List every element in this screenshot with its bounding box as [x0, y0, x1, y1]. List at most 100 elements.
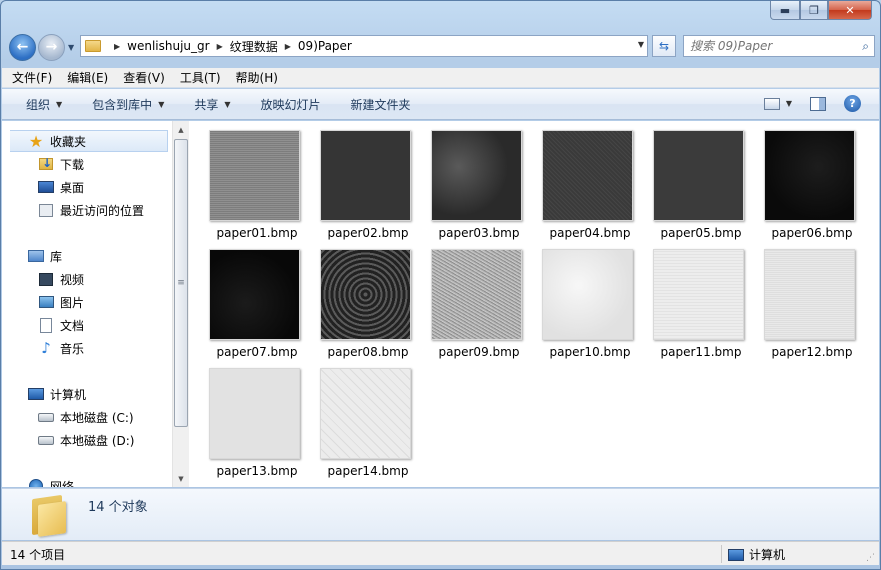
organize-button[interactable]: 组织 ▼	[26, 96, 62, 113]
sidebar-item-desktop[interactable]: 桌面	[38, 176, 84, 198]
chevron-right-icon[interactable]: ▶	[285, 42, 291, 51]
file-grid: paper01.bmp paper02.bmp paper03.bmp pape…	[202, 121, 872, 487]
navigation-pane-scrollbar[interactable]: ▲ ≡ ▼	[172, 121, 189, 487]
include-in-library-label: 包含到库中	[92, 97, 153, 112]
file-item[interactable]: paper06.bmp	[757, 121, 857, 240]
explorer-window: ▬ ❐ ✕ ← → ▼ ▶ wenlishuju_gr ▶ 纹理数据 ▶ 09)…	[0, 0, 881, 570]
file-item[interactable]: paper05.bmp	[646, 121, 746, 240]
menu-file[interactable]: 文件(F)	[12, 69, 52, 86]
sidebar-item-label: 最近访问的位置	[60, 203, 145, 218]
share-label: 共享	[194, 97, 219, 112]
slideshow-button[interactable]: 放映幻灯片	[261, 96, 321, 113]
chevron-down-icon: ▼	[56, 99, 63, 109]
sidebar-item-drive-c[interactable]: 本地磁盘 (C:)	[38, 406, 134, 428]
system-drive-icon	[38, 412, 54, 422]
sidebar-item-music[interactable]: ♪ 音乐	[38, 337, 84, 359]
sidebar-item-label: 下载	[60, 157, 85, 172]
sidebar-item-label: 本地磁盘 (C:)	[60, 410, 134, 425]
resize-grip-icon[interactable]: ⋰	[866, 553, 875, 563]
minimize-button[interactable]: ▬	[770, 1, 800, 20]
file-item[interactable]: paper12.bmp	[757, 240, 857, 359]
file-item[interactable]: paper11.bmp	[646, 240, 746, 359]
download-folder-icon	[39, 156, 53, 170]
breadcrumb-item[interactable]: 09)Paper	[298, 39, 352, 53]
scroll-up-icon[interactable]: ▲	[173, 121, 189, 138]
file-name: paper10.bmp	[549, 345, 631, 359]
file-thumbnail	[542, 249, 633, 340]
file-thumbnail	[431, 249, 522, 340]
details-pane: 14 个对象	[2, 488, 879, 540]
address-dropdown-icon[interactable]: ▼	[638, 40, 644, 49]
video-icon	[39, 272, 53, 286]
search-input[interactable]	[690, 39, 850, 53]
file-item[interactable]: paper08.bmp	[313, 240, 413, 359]
chevron-right-icon[interactable]: ▶	[217, 42, 223, 51]
recent-pages-button[interactable]: ▼	[68, 43, 74, 52]
sidebar-item-documents[interactable]: 文档	[38, 314, 84, 336]
sidebar-item-label: 网络	[50, 479, 75, 488]
close-button[interactable]: ✕	[828, 1, 872, 20]
chevron-down-icon: ▼	[224, 99, 231, 109]
file-thumbnail	[542, 130, 633, 221]
menu-view[interactable]: 查看(V)	[123, 69, 165, 86]
sidebar-item-drive-d[interactable]: 本地磁盘 (D:)	[38, 429, 134, 451]
share-button[interactable]: 共享 ▼	[194, 96, 230, 113]
menu-edit[interactable]: 编辑(E)	[67, 69, 108, 86]
sidebar-item-computer[interactable]: 计算机	[28, 383, 86, 405]
item-count-detail: 14 个对象	[88, 500, 148, 515]
sidebar-item-label: 收藏夹	[50, 134, 87, 149]
caption-buttons: ▬ ❐ ✕	[770, 1, 872, 21]
forward-button[interactable]: →	[38, 33, 65, 61]
file-item[interactable]: paper07.bmp	[202, 240, 302, 359]
menu-help[interactable]: 帮助(H)	[236, 69, 278, 86]
search-box[interactable]: ⌕	[683, 35, 875, 57]
sidebar-item-libraries[interactable]: 库	[28, 245, 62, 267]
sidebar-item-recent-places[interactable]: 最近访问的位置	[38, 199, 144, 221]
back-button[interactable]: ←	[9, 33, 36, 61]
breadcrumb-item[interactable]: wenlishuju_gr	[127, 39, 209, 53]
change-view-icon[interactable]	[763, 97, 780, 110]
menu-tools[interactable]: 工具(T)	[180, 69, 221, 86]
sidebar-item-videos[interactable]: 视频	[38, 268, 84, 290]
file-item[interactable]: paper03.bmp	[424, 121, 524, 240]
file-item[interactable]: paper01.bmp	[202, 121, 302, 240]
sidebar-item-pictures[interactable]: 图片	[38, 291, 84, 313]
slideshow-label: 放映幻灯片	[260, 97, 321, 112]
file-item[interactable]: paper14.bmp	[313, 359, 413, 478]
view-options-dropdown-icon[interactable]: ▼	[786, 99, 792, 108]
sidebar-item-downloads[interactable]: 下载	[38, 153, 84, 175]
sidebar-item-network[interactable]: 网络	[28, 475, 74, 487]
new-folder-button[interactable]: 新建文件夹	[351, 96, 411, 113]
file-thumbnail	[764, 130, 855, 221]
command-bar-right: ▼ ?	[763, 95, 861, 112]
help-icon[interactable]: ?	[844, 95, 861, 112]
scrollbar-thumb[interactable]: ≡	[174, 139, 188, 427]
file-item[interactable]: paper04.bmp	[535, 121, 635, 240]
file-item[interactable]: paper10.bmp	[535, 240, 635, 359]
maximize-button[interactable]: ❐	[800, 1, 828, 20]
include-in-library-button[interactable]: 包含到库中 ▼	[92, 96, 164, 113]
file-name: paper14.bmp	[327, 464, 409, 478]
scroll-down-icon[interactable]: ▼	[173, 470, 189, 487]
sidebar-item-label: 库	[50, 249, 63, 264]
recent-places-icon	[39, 203, 53, 217]
navigation-pane: ★ 收藏夹 下载 桌面 最近访问的位置 库 视频	[2, 121, 171, 487]
refresh-button[interactable]: ⇆	[652, 35, 676, 57]
menu-bar: 文件(F) 编辑(E) 查看(V) 工具(T) 帮助(H)	[2, 68, 879, 88]
file-item[interactable]: paper09.bmp	[424, 240, 524, 359]
address-bar[interactable]: ▶ wenlishuju_gr ▶ 纹理数据 ▶ 09)Paper ▼	[80, 35, 648, 57]
breadcrumb-item[interactable]: 纹理数据	[230, 38, 278, 55]
file-thumbnail	[209, 130, 300, 221]
file-name: paper06.bmp	[771, 226, 853, 240]
status-location: 计算机	[728, 546, 785, 563]
folder-icon	[30, 494, 70, 537]
file-item[interactable]: paper13.bmp	[202, 359, 302, 478]
chevron-down-icon: ▼	[158, 99, 165, 109]
search-icon[interactable]: ⌕	[862, 39, 869, 54]
chevron-right-icon[interactable]: ▶	[114, 42, 120, 51]
desktop-icon	[38, 181, 54, 193]
file-item[interactable]: paper02.bmp	[313, 121, 413, 240]
sidebar-item-favorites[interactable]: ★ 收藏夹	[10, 130, 168, 152]
preview-pane-icon[interactable]	[810, 96, 826, 111]
file-name: paper03.bmp	[438, 226, 520, 240]
